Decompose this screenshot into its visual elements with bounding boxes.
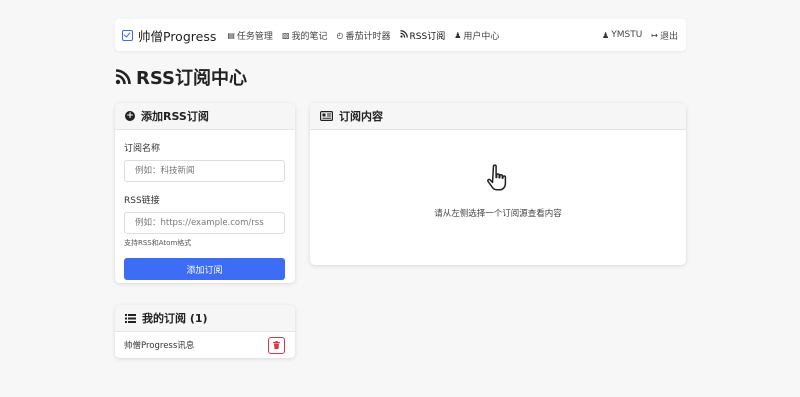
page-title-text: RSS订阅中心 bbox=[136, 68, 247, 89]
nav-item-label: 我的笔记 bbox=[291, 31, 328, 42]
list-icon bbox=[125, 313, 136, 323]
nav-item-user-center[interactable]: ♟ 用户中心 bbox=[454, 29, 499, 42]
logout-label: 退出 bbox=[659, 31, 678, 42]
pointing-hand-icon bbox=[487, 164, 507, 191]
user-icon: ♟ bbox=[454, 30, 462, 40]
tasks-icon: ▤ bbox=[227, 30, 235, 40]
page-title: RSS订阅中心 bbox=[115, 64, 247, 90]
user-menu[interactable]: ♟ YMSTU bbox=[602, 30, 642, 40]
subscription-item[interactable]: 帅僧Progress讯息 bbox=[115, 332, 295, 358]
nav-item-label: RSS订阅 bbox=[409, 31, 446, 42]
delete-subscription-button[interactable] bbox=[268, 336, 285, 354]
nav-item-label: 任务管理 bbox=[236, 31, 273, 42]
subscription-name: 帅僧Progress讯息 bbox=[124, 341, 195, 351]
nav-item-rss[interactable]: RSS订阅 bbox=[399, 29, 446, 42]
navbar: 帅僧Progress ▤ 任务管理 ▧ 我的笔记 ◴ 番茄计时器 RSS订阅 ♟… bbox=[115, 19, 686, 51]
logout-icon: ↦ bbox=[651, 30, 658, 40]
plus-circle-icon: + bbox=[125, 111, 135, 121]
brand-name: 帅僧Progress bbox=[138, 28, 217, 44]
card-header: + 添加RSS订阅 bbox=[115, 103, 295, 130]
trash-icon bbox=[273, 341, 280, 349]
add-form: 订阅名称 RSS链接 支持RSS和Atom格式 添加订阅 bbox=[115, 141, 295, 280]
rss-icon bbox=[115, 69, 131, 85]
newspaper-icon bbox=[320, 111, 333, 121]
subscription-content-card: 订阅内容 请从左侧选择一个订阅源查看内容 bbox=[310, 103, 686, 265]
username: YMSTU bbox=[611, 30, 643, 40]
empty-state-text: 请从左侧选择一个订阅源查看内容 bbox=[434, 209, 562, 219]
subscription-name-input[interactable] bbox=[124, 160, 285, 182]
add-subscription-button[interactable]: 添加订阅 bbox=[124, 258, 285, 280]
nav-item-label: 番茄计时器 bbox=[345, 31, 391, 42]
timer-icon: ◴ bbox=[336, 30, 344, 40]
nav-right: ♟ YMSTU ↦ 退出 bbox=[593, 29, 678, 42]
brand-link[interactable]: 帅僧Progress bbox=[122, 26, 216, 45]
nav-links: ▤ 任务管理 ▧ 我的笔记 ◴ 番茄计时器 RSS订阅 ♟ 用户中心 bbox=[227, 29, 508, 42]
logout-link[interactable]: ↦ 退出 bbox=[651, 29, 678, 42]
name-label: 订阅名称 bbox=[124, 144, 161, 154]
card-title: 添加RSS订阅 bbox=[141, 110, 209, 123]
my-subscriptions-card: 我的订阅 (1) 帅僧Progress讯息 bbox=[115, 305, 295, 358]
empty-state: 请从左侧选择一个订阅源查看内容 bbox=[310, 163, 686, 219]
nav-item-notes[interactable]: ▧ 我的笔记 bbox=[282, 29, 328, 42]
nav-item-timer[interactable]: ◴ 番茄计时器 bbox=[337, 29, 391, 42]
card-header: 订阅内容 bbox=[310, 103, 686, 130]
notes-icon: ▧ bbox=[281, 30, 290, 40]
format-help-text: 支持RSS和Atom格式 bbox=[124, 239, 192, 247]
rss-icon bbox=[399, 30, 408, 40]
rss-url-input[interactable] bbox=[124, 212, 285, 234]
nav-item-tasks[interactable]: ▤ 任务管理 bbox=[227, 29, 273, 42]
url-label: RSS链接 bbox=[124, 196, 160, 206]
add-subscription-card: + 添加RSS订阅 订阅名称 RSS链接 支持RSS和Atom格式 添加订阅 bbox=[115, 103, 295, 283]
card-title: 我的订阅 (1) bbox=[142, 312, 208, 325]
check-square-icon bbox=[122, 29, 133, 41]
user-icon: ♟ bbox=[602, 30, 610, 40]
card-header: 我的订阅 (1) bbox=[115, 305, 295, 332]
nav-item-label: 用户中心 bbox=[463, 31, 500, 42]
card-title: 订阅内容 bbox=[339, 110, 383, 123]
